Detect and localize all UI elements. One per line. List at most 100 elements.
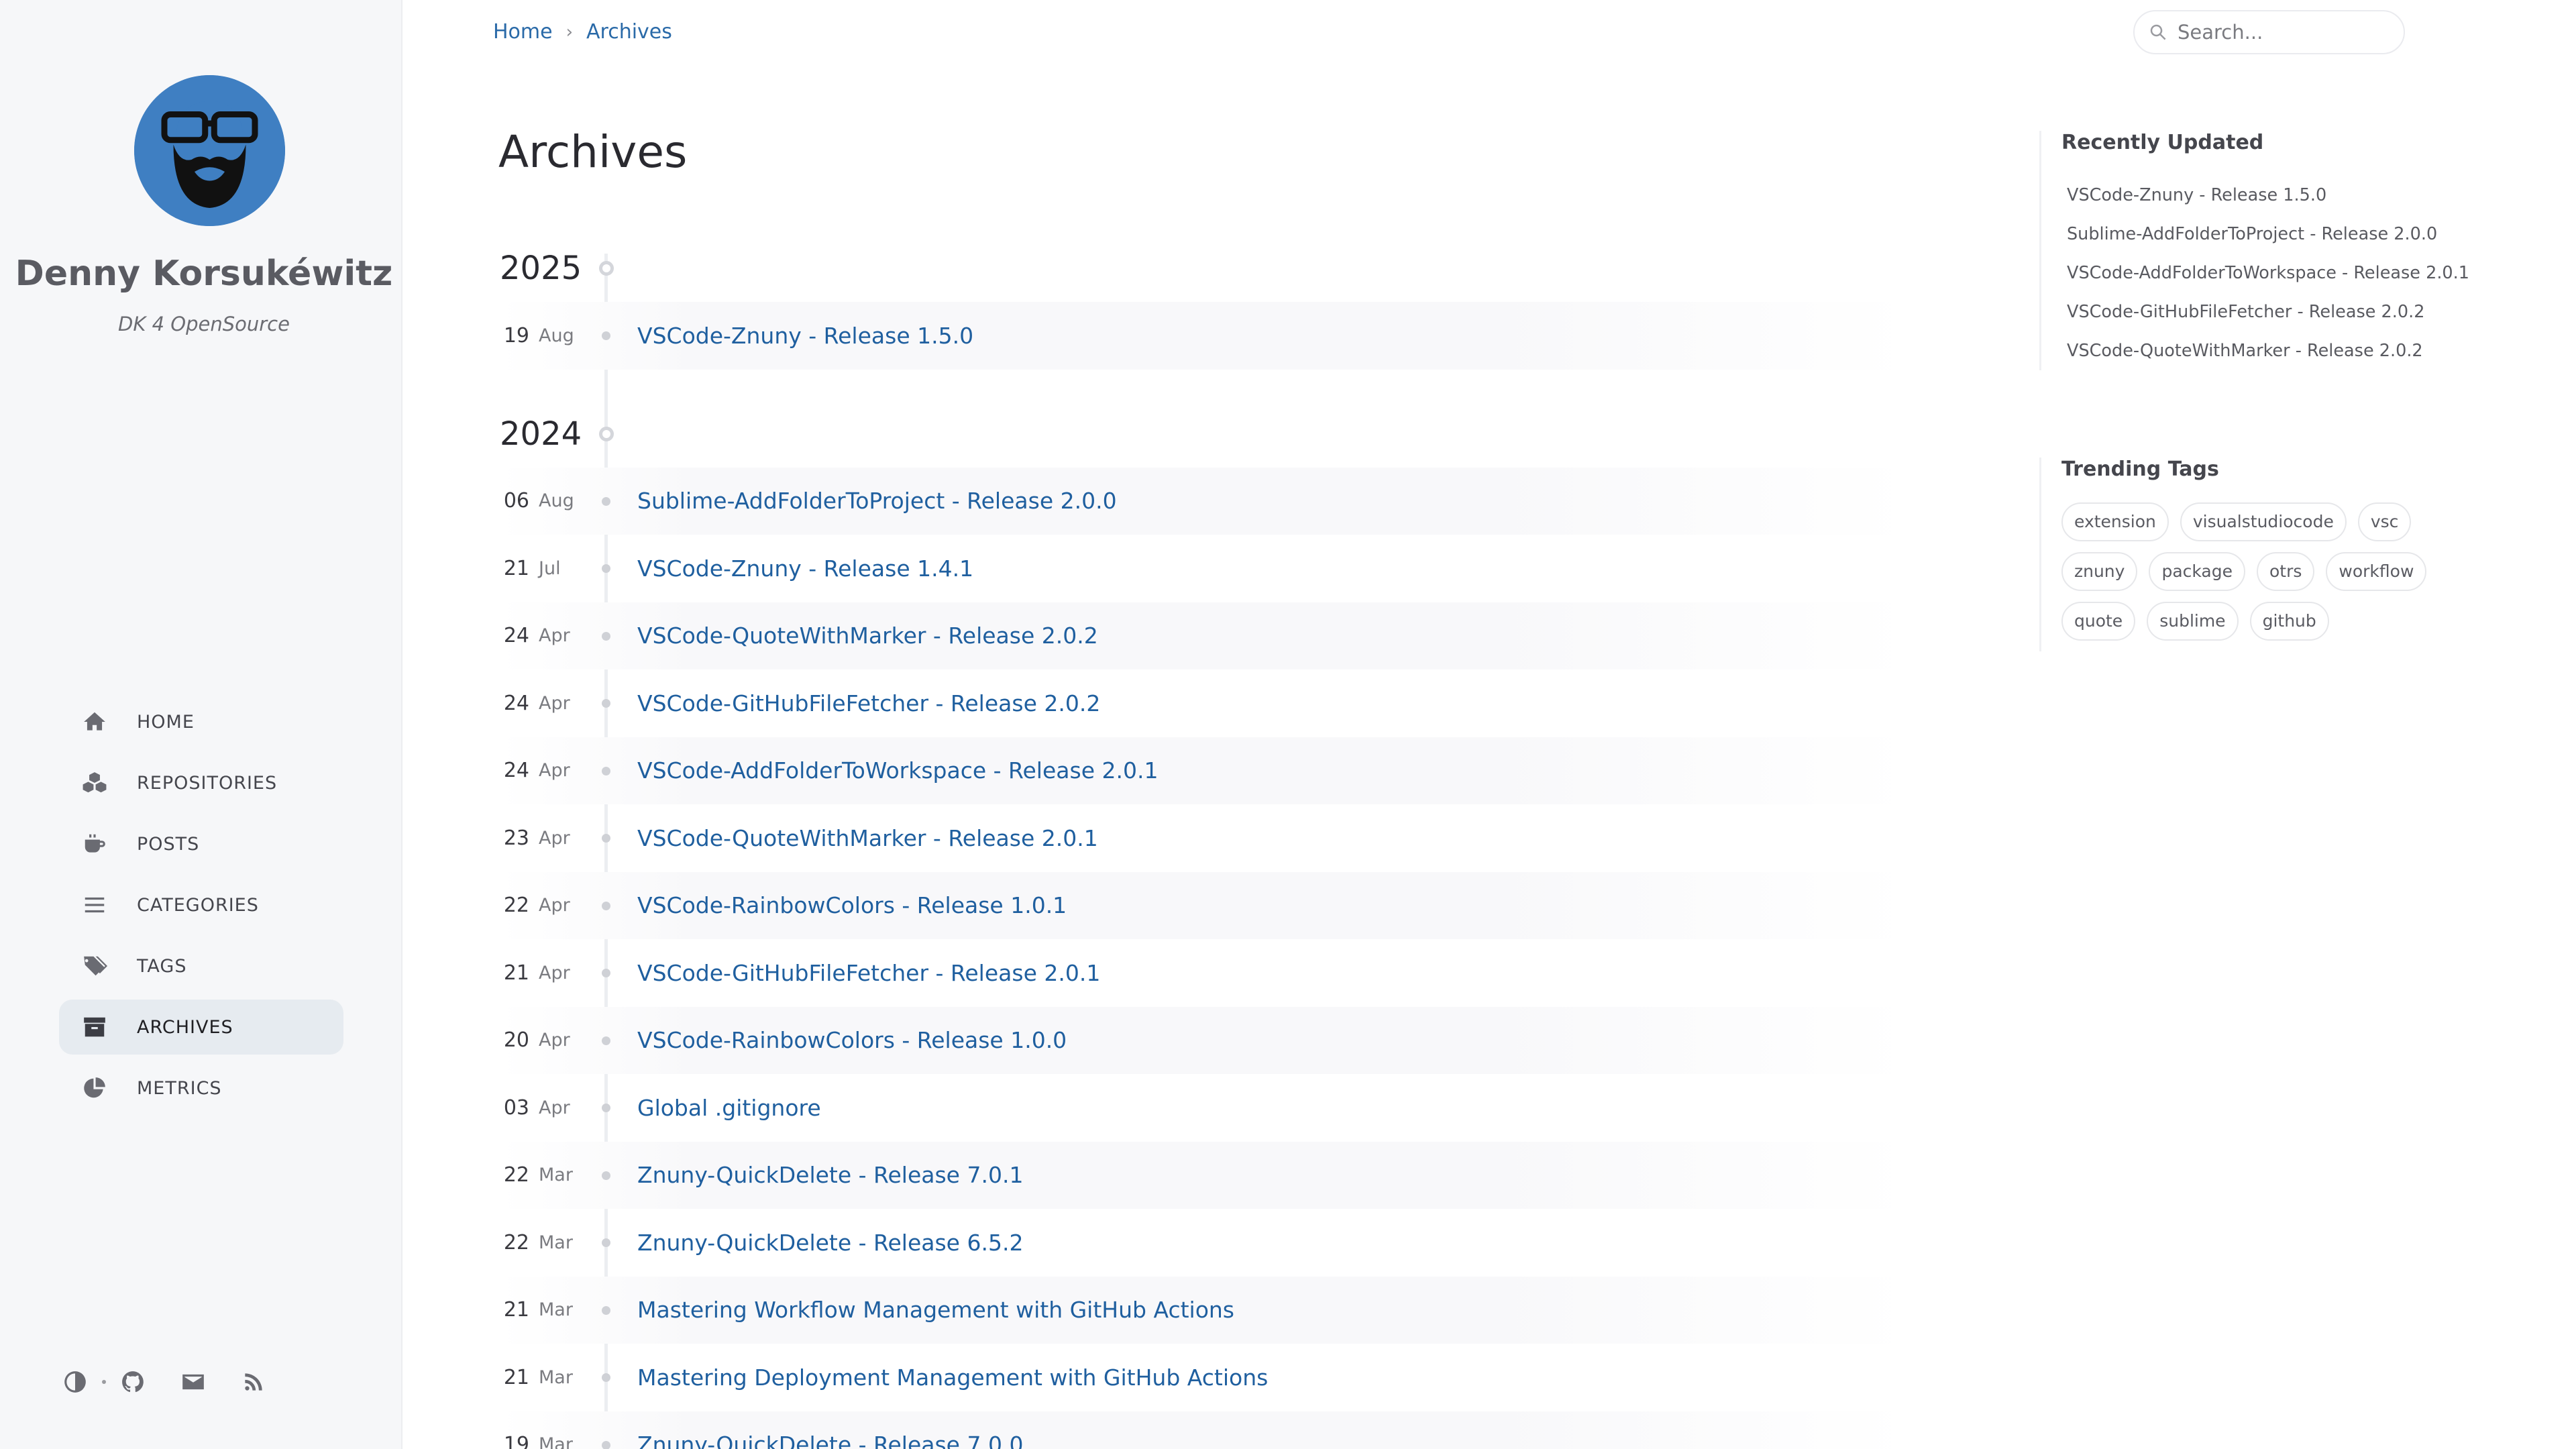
theme-toggle-icon[interactable] (59, 1366, 91, 1398)
timeline-dot (602, 1238, 610, 1247)
nav-item-categories[interactable]: CATEGORIES (59, 877, 343, 932)
nav-item-archives[interactable]: ARCHIVES (59, 1000, 343, 1055)
recent-post-link[interactable]: VSCode-QuoteWithMarker - Release 2.0.2 (2061, 331, 2509, 370)
tag-chip[interactable]: quote (2061, 602, 2136, 641)
post-link[interactable]: VSCode-RainbowColors - Release 1.0.1 (637, 892, 1067, 918)
post-link[interactable]: VSCode-RainbowColors - Release 1.0.0 (637, 1027, 1067, 1053)
tag-chip[interactable]: otrs (2257, 552, 2315, 591)
timeline-dot (602, 331, 610, 340)
trending-tags-list: extension visualstudiocode vsc znuny package… (2061, 502, 2498, 651)
avatar-image (134, 75, 285, 226)
timeline-dot (602, 631, 610, 641)
list-icon (85, 897, 105, 913)
post-day: 21 (503, 961, 529, 985)
post-day: 19 (503, 1433, 529, 1449)
post-day: 22 (503, 1163, 529, 1187)
archive-item: 21 Mar Mastering Deployment Management wit… (500, 1344, 1909, 1411)
post-month: Mar (539, 1366, 573, 1388)
search-input[interactable] (2178, 21, 2392, 44)
nav-label: HOME (137, 711, 195, 733)
archive-item: 23 Apr VSCode-QuoteWithMarker - Release 2.… (500, 804, 1909, 872)
breadcrumb: Home › Archives (493, 20, 672, 44)
timeline-dot (602, 564, 610, 573)
site-title[interactable]: Denny Korsukéwitz (0, 254, 408, 294)
post-link[interactable]: VSCode-Znuny - Release 1.4.1 (637, 555, 973, 582)
post-link[interactable]: VSCode-AddFolderToWorkspace - Release 2.… (637, 757, 1158, 784)
timeline-dot (602, 766, 610, 775)
post-day: 21 (503, 556, 529, 580)
tag-chip[interactable]: vsc (2357, 502, 2412, 541)
year-marker (599, 261, 614, 276)
recent-post-link[interactable]: VSCode-GitHubFileFetcher - Release 2.0.2 (2061, 292, 2509, 331)
post-day: 24 (503, 691, 529, 715)
archive-item: 21 Mar Mastering Workflow Management with … (500, 1276, 1909, 1344)
nav-label: TAGS (137, 955, 187, 977)
archive-item: 19 Mar Znuny-QuickDelete - Release 7.0.0 (500, 1411, 1909, 1449)
post-month: Jul (539, 557, 561, 579)
recently-updated-heading: Recently Updated (2061, 131, 2264, 154)
timeline-dot (602, 496, 610, 506)
timeline-dot (602, 1440, 610, 1449)
nav-label: CATEGORIES (137, 894, 259, 916)
mug-icon (85, 834, 105, 853)
post-link[interactable]: Znuny-QuickDelete - Release 6.5.2 (637, 1230, 1023, 1256)
avatar[interactable] (134, 75, 285, 226)
post-month: Apr (539, 827, 570, 849)
post-month: Mar (539, 1232, 573, 1253)
right-panel: Recently Updated VSCode-Znuny - Release … (2039, 131, 2509, 651)
trending-tags-section: Trending Tags extension visualstudiocode v… (2039, 458, 2509, 651)
tag-chip[interactable]: visualstudiocode (2180, 502, 2347, 541)
archive-item: 24 Apr VSCode-AddFolderToWorkspace - Relea… (500, 737, 1909, 804)
tag-chip[interactable]: sublime (2147, 602, 2239, 641)
post-day: 06 (503, 489, 529, 513)
breadcrumb-separator: › (566, 21, 573, 42)
post-link[interactable]: VSCode-QuoteWithMarker - Release 2.0.1 (637, 825, 1098, 851)
nav-item-tags[interactable]: TAGS (59, 938, 343, 994)
post-link[interactable]: VSCode-GitHubFileFetcher - Release 2.0.2 (637, 690, 1100, 716)
recent-post-link[interactable]: VSCode-Znuny - Release 1.5.0 (2061, 176, 2509, 215)
post-link[interactable]: Global .gitignore (637, 1095, 821, 1121)
archive-timeline: 2025 19 Aug VSCode-Znuny - Release 1.5.0 202… (500, 235, 1909, 1449)
nav-item-repositories[interactable]: REPOSITORIES (59, 755, 343, 810)
home-icon (84, 712, 105, 731)
tag-chip[interactable]: workflow (2326, 552, 2427, 591)
post-link[interactable]: VSCode-GitHubFileFetcher - Release 2.0.1 (637, 960, 1100, 986)
email-icon[interactable] (177, 1366, 209, 1398)
recent-post-link[interactable]: VSCode-AddFolderToWorkspace - Release 2.… (2061, 254, 2509, 292)
breadcrumb-home-link[interactable]: Home (493, 20, 553, 44)
archive-item: 22 Apr VSCode-RainbowColors - Release 1.0.… (500, 871, 1909, 939)
post-day: 24 (503, 759, 529, 783)
tag-chip[interactable]: package (2149, 552, 2245, 591)
nav-item-posts[interactable]: POSTS (59, 816, 343, 871)
search-box[interactable] (2133, 10, 2405, 54)
post-day: 22 (503, 1230, 529, 1254)
nav-label: POSTS (137, 833, 200, 855)
github-icon[interactable] (117, 1366, 149, 1398)
nav-item-metrics[interactable]: METRICS (59, 1061, 343, 1116)
archive-icon (84, 1017, 105, 1037)
archive-item: 24 Apr VSCode-QuoteWithMarker - Release 2.… (500, 602, 1909, 669)
archive-item: 22 Mar Znuny-QuickDelete - Release 6.5.2 (500, 1209, 1909, 1277)
nav-item-home[interactable]: HOME (59, 694, 343, 749)
tags-icon (84, 956, 107, 976)
post-link[interactable]: VSCode-QuoteWithMarker - Release 2.0.2 (637, 623, 1098, 649)
post-link[interactable]: Sublime-AddFolderToProject - Release 2.0… (637, 488, 1117, 514)
tag-chip[interactable]: extension (2061, 502, 2169, 541)
post-month: Aug (539, 490, 574, 512)
post-month: Apr (539, 625, 570, 647)
post-month: Apr (539, 1030, 570, 1051)
pie-chart-icon (84, 1077, 105, 1098)
post-month: Apr (539, 1097, 570, 1118)
post-link[interactable]: Znuny-QuickDelete - Release 7.0.1 (637, 1162, 1023, 1188)
post-link[interactable]: VSCode-Znuny - Release 1.5.0 (637, 323, 973, 349)
post-day: 22 (503, 894, 529, 918)
tag-chip[interactable]: znuny (2061, 552, 2138, 591)
recent-post-link[interactable]: Sublime-AddFolderToProject - Release 2.0… (2061, 215, 2509, 254)
post-link[interactable]: Mastering Deployment Management with Git… (637, 1364, 1268, 1391)
post-link[interactable]: Znuny-QuickDelete - Release 7.0.0 (637, 1432, 1023, 1449)
post-link[interactable]: Mastering Workflow Management with GitHu… (637, 1297, 1234, 1323)
post-month: Apr (539, 692, 570, 714)
tag-chip[interactable]: github (2249, 602, 2329, 641)
rss-icon[interactable] (237, 1366, 270, 1398)
year-label: 2024 (500, 415, 582, 453)
